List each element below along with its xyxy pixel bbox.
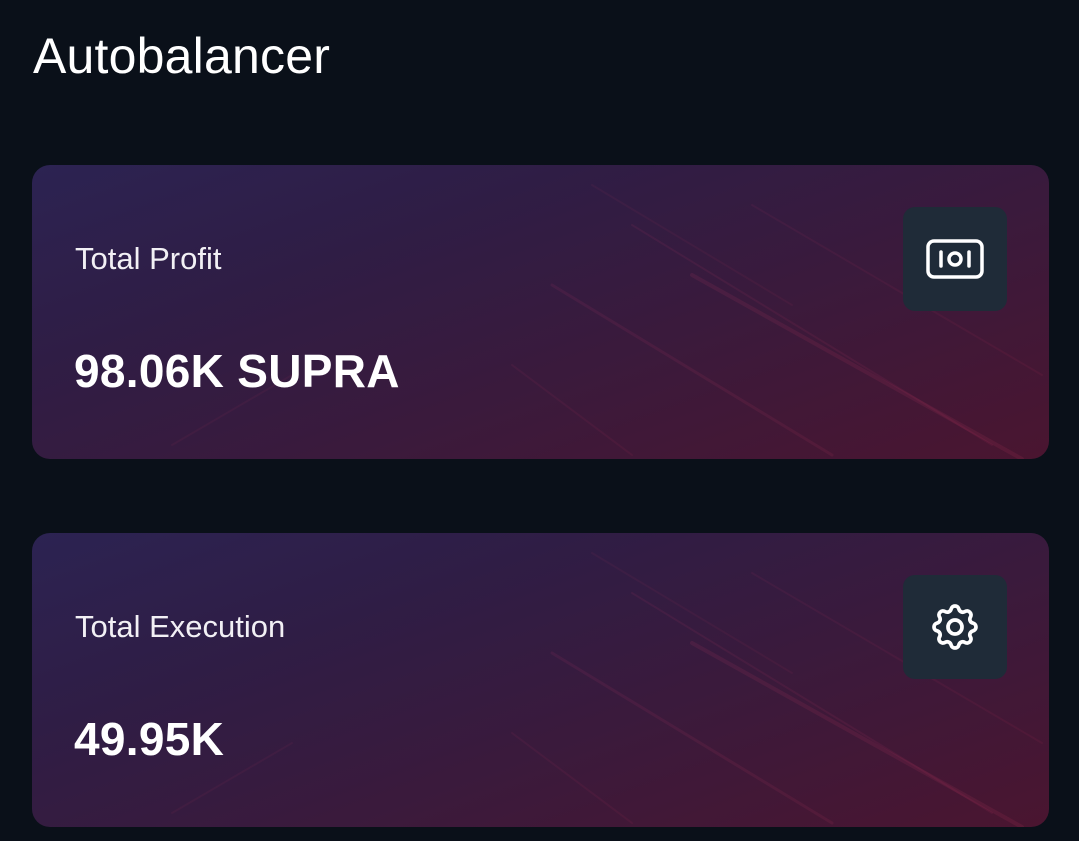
- total-execution-card: Total Execution 49.95K: [32, 533, 1049, 827]
- banknote-icon: [926, 239, 984, 279]
- total-execution-label: Total Execution: [75, 609, 286, 644]
- gear-icon-box: [903, 575, 1007, 679]
- page-title: Autobalancer: [33, 28, 331, 84]
- card-background-streaks: [171, 184, 1043, 459]
- total-execution-value: 49.95K: [74, 713, 225, 765]
- total-profit-value: 98.06K SUPRA: [74, 345, 400, 397]
- total-profit-label: Total Profit: [75, 241, 222, 276]
- total-profit-card: Total Profit 98.06K SUPRA: [32, 165, 1049, 459]
- gear-icon: [932, 604, 978, 650]
- banknote-icon-box: [903, 207, 1007, 311]
- card-background-streaks: [171, 552, 1043, 827]
